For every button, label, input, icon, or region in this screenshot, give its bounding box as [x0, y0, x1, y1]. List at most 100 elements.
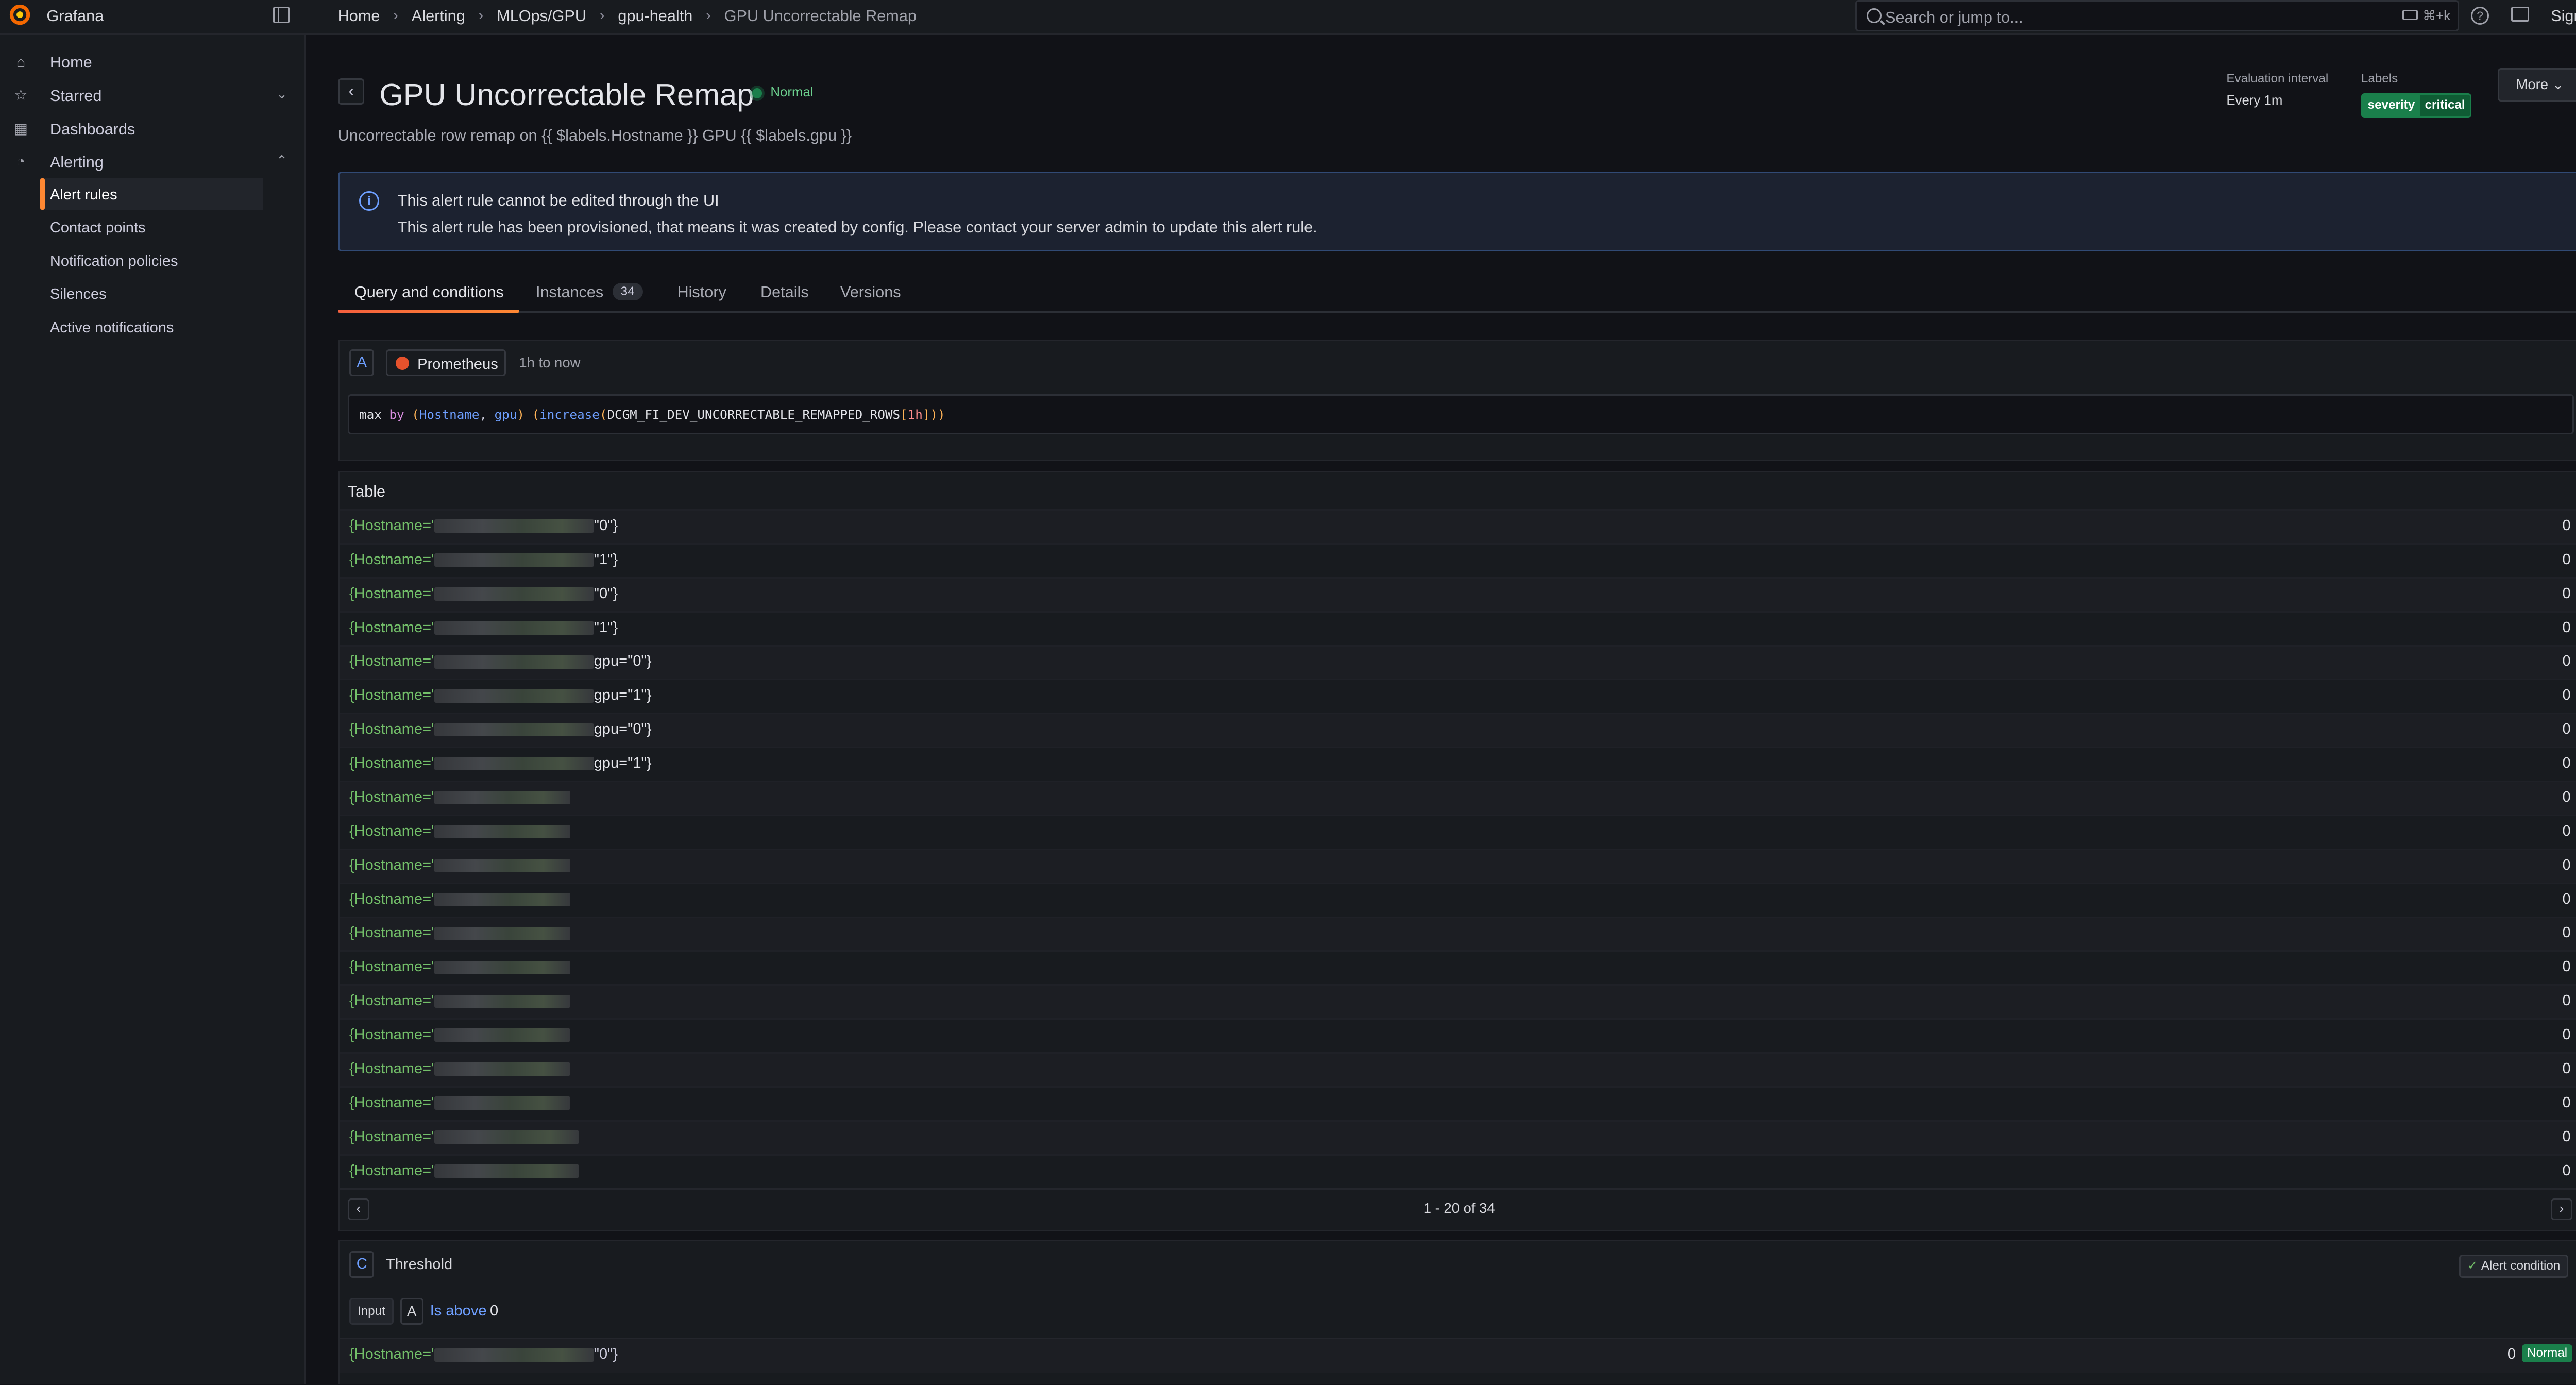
series-label-prefix: {Hostname=' [349, 856, 434, 873]
breadcrumb-folder[interactable]: MLOps/GPU [497, 7, 586, 25]
table-row: {Hostname=' 0 [339, 1052, 2576, 1086]
next-page-button[interactable]: › [2550, 1198, 2572, 1220]
normal-state-badge: Normal [2522, 1344, 2572, 1362]
series-label-prefix: {Hostname=' [349, 619, 434, 636]
label-value: critical [2419, 94, 2470, 116]
tab-history[interactable]: History [677, 275, 734, 311]
redacted-hostname [434, 1028, 571, 1042]
sidebar-item-dashboards[interactable]: ▦ Dashboards [0, 113, 304, 143]
series-label: {Hostname=' [349, 992, 571, 1009]
sidebar-item-alert-rules[interactable]: Alert rules [40, 178, 263, 210]
row-value: 0 [2562, 721, 2571, 738]
series-label-suffix: "0"} [594, 517, 618, 534]
info-banner: i This alert rule cannot be edited throu… [337, 171, 2576, 251]
star-icon: ☆ [14, 87, 28, 104]
row-value: 0 [2562, 1026, 2571, 1043]
chevron-up-icon[interactable]: ⌃ [276, 153, 287, 168]
threshold-input-label: Input [349, 1297, 394, 1325]
search-input[interactable]: Search or jump to... ⌘+k [1855, 0, 2460, 32]
label-chip: severity critical [2361, 93, 2472, 118]
home-icon: ⌂ [16, 54, 26, 71]
row-value: 0 [2562, 1128, 2571, 1145]
sidebar-item-active-notifications[interactable]: Active notifications [40, 311, 263, 343]
sidebar-item-label: Dashboards [49, 120, 135, 138]
table-row: {Hostname=' 0 [339, 848, 2576, 883]
series-label-prefix: {Hostname=' [349, 958, 434, 975]
sidebar-item-label: Starred [49, 86, 102, 105]
sidebar-item-alerting[interactable]: ◔ Alerting ⌃ [0, 146, 304, 176]
table-row: {Hostname=' 0 [339, 781, 2576, 815]
chevron-down-icon: ⌄ [2552, 76, 2564, 93]
sidebar-item-label: Home [49, 53, 92, 72]
alert-condition-badge: ✓ Alert condition [2459, 1254, 2569, 1278]
more-button[interactable]: More ⌄ [2497, 68, 2576, 102]
table-row: {Hostname=' 0 [339, 1086, 2576, 1120]
sidebar-item-label: Alert rules [49, 186, 117, 203]
series-label: {Hostname=' [349, 1060, 571, 1077]
series-label: {Hostname=' [349, 1094, 571, 1111]
tab-versions[interactable]: Versions [840, 275, 907, 311]
sidebar-item-label: Notification policies [49, 252, 178, 269]
redacted-hostname [434, 926, 571, 940]
tab-query-and-conditions[interactable]: Query and conditions [337, 275, 519, 313]
breadcrumb-home[interactable]: Home [338, 7, 380, 25]
sidebar-item-silences[interactable]: Silences [40, 278, 263, 309]
sidebar-item-contact-points[interactable]: Contact points [40, 211, 263, 243]
sign-in-link[interactable]: Sign in [2551, 7, 2576, 25]
tab-instances[interactable]: Instances 34 [536, 275, 652, 311]
sidebar-item-home[interactable]: ⌂ Home [0, 46, 304, 76]
sidebar-item-starred[interactable]: ☆ Starred ⌄ [0, 80, 304, 110]
table-row: {Hostname=' gpu="0"} 0 [339, 713, 2576, 747]
sidebar-item-notification-policies[interactable]: Notification policies [40, 245, 263, 276]
series-label: {Hostname=' "1"} [349, 619, 618, 636]
sidebar-item-label: Contact points [49, 219, 146, 237]
tab-details[interactable]: Details [760, 275, 817, 311]
series-label: {Hostname=' gpu="1"} [349, 755, 652, 772]
table-row: {Hostname=' 0 [339, 950, 2576, 984]
top-bar: Grafana Home › Alerting › MLOps/GPU › gp… [0, 0, 2576, 35]
check-icon: ✓ [2467, 1258, 2478, 1273]
back-button[interactable]: ‹ [337, 78, 365, 105]
series-label: {Hostname=' [349, 1128, 579, 1145]
news-icon[interactable] [2511, 6, 2530, 22]
series-label-prefix: {Hostname=' [349, 687, 434, 704]
redacted-hostname [434, 757, 594, 771]
series-label-prefix: {Hostname=' [349, 551, 434, 568]
chevron-down-icon[interactable]: ⌄ [276, 87, 287, 102]
breadcrumb-alerting[interactable]: Alerting [412, 7, 465, 25]
row-value: 0 [2562, 822, 2571, 839]
tab-label: History [677, 283, 726, 301]
row-value: 0 [2562, 992, 2571, 1009]
series-label-prefix: {Hostname=' [349, 1346, 434, 1363]
row-value: 0 [2562, 788, 2571, 805]
row-value: 0 [2562, 1162, 2571, 1179]
redacted-hostname [434, 519, 594, 533]
rule-summary: Uncorrectable row remap on {{ $labels.Ho… [337, 126, 852, 145]
redacted-hostname [434, 621, 594, 635]
series-label: {Hostname=' [349, 958, 571, 975]
table-row: {Hostname=' 0 [339, 1018, 2576, 1052]
grafana-logo-icon[interactable] [8, 3, 31, 26]
series-label: {Hostname=' gpu="1"} [349, 687, 652, 704]
redacted-hostname [434, 825, 571, 839]
row-value: 0 [2562, 755, 2571, 772]
series-label-prefix: {Hostname=' [349, 585, 434, 602]
threshold-input-ref: A [400, 1297, 423, 1325]
row-value: 0 [2562, 653, 2571, 670]
row-value: 0 [2562, 619, 2571, 636]
threshold-definition: Input A Is above 0 [349, 1296, 498, 1326]
series-label-prefix: {Hostname=' [349, 517, 434, 534]
redacted-hostname [434, 892, 571, 906]
series-label-prefix: {Hostname=' [349, 890, 434, 907]
series-label: {Hostname=' gpu="0"} [349, 721, 652, 738]
sidebar: ⌂ Home ☆ Starred ⌄ ▦ Dashboards ◔ Alerti… [0, 35, 307, 1385]
breadcrumb-group[interactable]: gpu-health [618, 7, 692, 25]
banner-text: This alert rule has been provisioned, th… [397, 217, 1317, 236]
row-value: 0 [2562, 687, 2571, 704]
series-label-suffix: gpu="1"} [594, 687, 652, 704]
dock-menu-icon[interactable] [273, 6, 290, 24]
series-label: {Hostname=' gpu="0"} [349, 653, 652, 670]
sidebar-item-label: Active notifications [49, 319, 174, 336]
help-icon[interactable]: ? [2471, 6, 2489, 25]
row-value: 0 [2562, 924, 2571, 941]
